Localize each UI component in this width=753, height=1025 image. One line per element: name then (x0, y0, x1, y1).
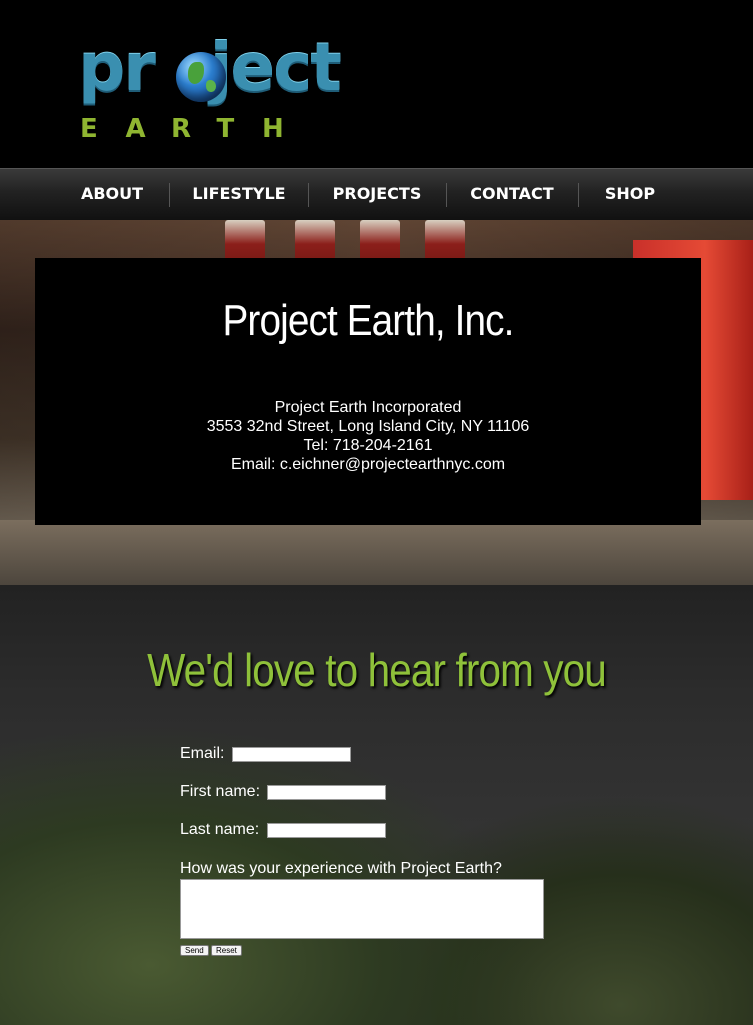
logo-letter: H (262, 114, 284, 144)
logo-letter: T (216, 114, 235, 144)
nav-divider (308, 183, 309, 207)
contact-info-panel: Project Earth, Inc. Project Earth Incorp… (35, 258, 701, 525)
logo-word-left: pr (78, 29, 156, 106)
last-name-field[interactable] (266, 822, 386, 838)
logo-subtitle: E A R T H (80, 114, 308, 144)
logo-letter: E (80, 114, 98, 144)
first-name-row: First name: (180, 783, 387, 805)
globe-icon (176, 52, 226, 102)
nav-divider (446, 183, 447, 207)
last-name-row: Last name: (180, 821, 386, 843)
last-name-label: Last name: (180, 821, 260, 838)
reset-button[interactable]: Reset (211, 945, 242, 956)
site-header: pr ject E A R T H (0, 0, 753, 168)
company-email[interactable]: Email: c.eichner@projectearthnyc.com (35, 455, 701, 474)
nav-item-about[interactable]: ABOUT (70, 169, 154, 221)
company-name: Project Earth Incorporated (274, 399, 462, 416)
email-row: Email: (180, 745, 351, 767)
hero-banner: Project Earth, Inc. Project Earth Incorp… (0, 220, 753, 585)
logo-letter: R (171, 114, 192, 144)
send-button[interactable]: Send (180, 945, 209, 956)
nav-item-shop[interactable]: SHOP (592, 169, 668, 221)
project-earth-logo[interactable]: pr ject E A R T H (78, 29, 368, 145)
company-phone: Tel: 718-204-2161 (303, 437, 433, 454)
nav-item-lifestyle[interactable]: LIFESTYLE (184, 169, 294, 221)
nav-divider (169, 183, 170, 207)
logo-letter: A (125, 114, 146, 144)
experience-textarea[interactable] (180, 879, 544, 939)
logo-word-right: ject (209, 29, 342, 106)
email-field[interactable] (231, 746, 351, 762)
feedback-heading: We'd love to hear from you (147, 644, 607, 696)
nav-divider (578, 183, 579, 207)
experience-question-label: How was your experience with Project Ear… (180, 860, 502, 877)
nav-item-contact[interactable]: CONTACT (460, 169, 564, 221)
company-address: 3553 32nd Street, Long Island City, NY 1… (206, 418, 530, 435)
first-name-field[interactable] (267, 784, 387, 800)
email-label: Email: (180, 745, 225, 762)
nav-item-projects[interactable]: PROJECTS (322, 169, 432, 221)
first-name-label: First name: (180, 783, 261, 800)
background-shelf (0, 520, 753, 585)
main-nav: ABOUT LIFESTYLE PROJECTS CONTACT SHOP (0, 168, 753, 220)
feedback-section: We'd love to hear from you Email: First … (0, 585, 753, 1025)
company-title: Project Earth, Inc. (222, 296, 514, 345)
contact-details: Project Earth Incorporated 3553 32nd Str… (35, 398, 701, 474)
